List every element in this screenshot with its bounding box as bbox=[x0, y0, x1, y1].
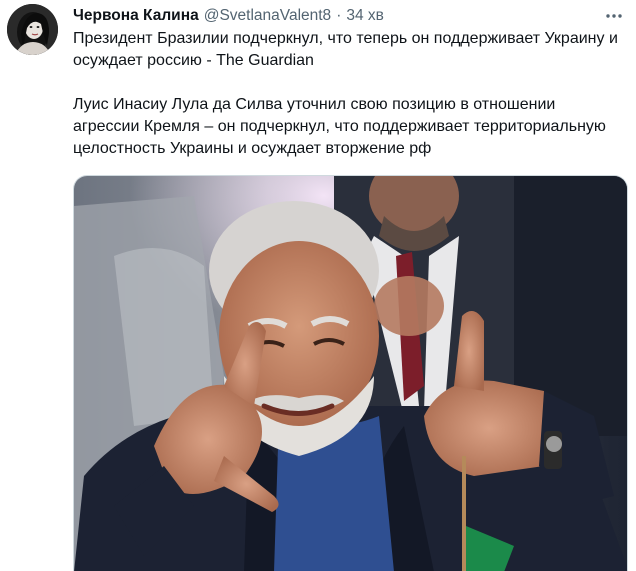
tweet-paragraph-2: Луис Инасиу Лула да Силва уточнил свою п… bbox=[73, 96, 606, 157]
avatar-image bbox=[7, 4, 58, 55]
tweet-header: Червона Калина @SvetlanaValent8 · 34 хв bbox=[73, 5, 384, 27]
avatar[interactable] bbox=[7, 4, 58, 55]
photo-image bbox=[74, 176, 627, 571]
header-separator: · bbox=[336, 7, 342, 24]
more-icon[interactable] bbox=[604, 6, 624, 26]
tweet-paragraph-1: Президент Бразилии подчеркнул, что тепер… bbox=[73, 30, 618, 69]
author-handle[interactable]: @SvetlanaValent8 bbox=[204, 7, 331, 25]
author-name[interactable]: Червона Калина bbox=[73, 7, 199, 25]
tweet-photo[interactable] bbox=[73, 175, 628, 571]
tweet-text: Президент Бразилии подчеркнул, что тепер… bbox=[73, 28, 625, 160]
tweet[interactable]: Червона Калина @SvetlanaValent8 · 34 хв … bbox=[0, 0, 636, 571]
tweet-time[interactable]: 34 хв bbox=[346, 7, 384, 25]
